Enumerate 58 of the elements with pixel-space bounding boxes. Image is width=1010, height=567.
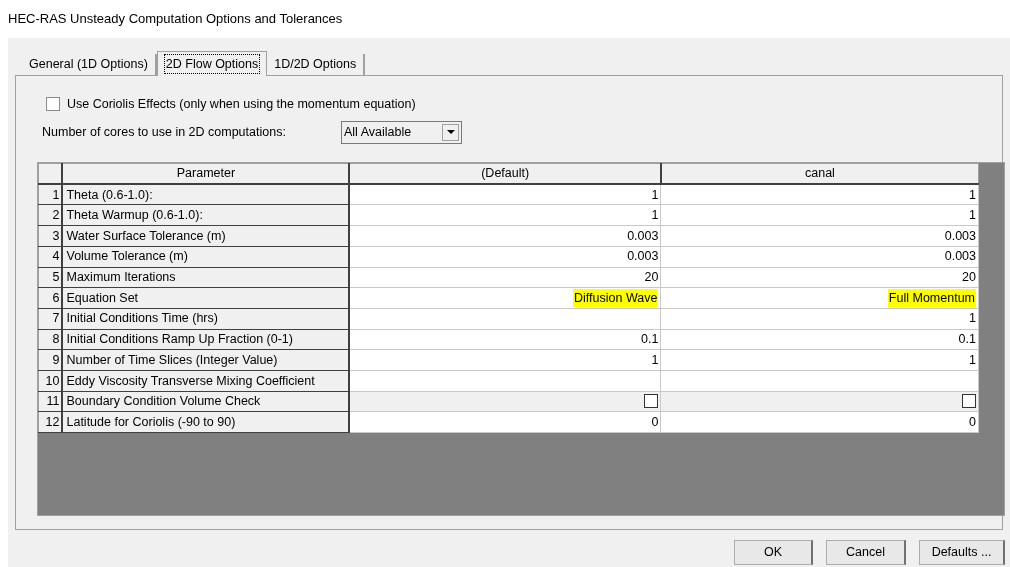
parameter-cell: Number of Time Slices (Integer Value): [62, 349, 350, 371]
value-cell: 1: [969, 187, 976, 202]
value-cell: 1: [651, 352, 659, 367]
value-cell: 1: [969, 208, 976, 223]
dropdown-arrow-icon: [446, 130, 455, 135]
value-cell: 0.003: [627, 249, 659, 264]
value-cell: Diffusion Wave: [573, 288, 659, 307]
parameter-cell: Theta Warmup (0.6-1.0):: [62, 204, 350, 226]
row-number: 4: [38, 246, 63, 267]
parameter-cell: Boundary Condition Volume Check: [62, 391, 350, 412]
parameter-cell: Water Surface Tolerance (m): [62, 225, 350, 247]
column-header: Parameter: [62, 163, 350, 185]
row-number: 1: [38, 184, 63, 205]
value-cell: 1: [969, 352, 976, 367]
checkbox[interactable]: [962, 394, 976, 409]
row-number: 10: [38, 370, 63, 392]
parameter-cell: Eddy Viscosity Transverse Mixing Coefficient: [62, 370, 350, 392]
parameter-cell: Equation Set: [62, 287, 350, 309]
row-number: 7: [38, 308, 63, 330]
column-header: (Default): [349, 163, 661, 185]
checkbox-label: Use Coriolis Effects (only when using the momentum equation): [67, 96, 416, 113]
window-title: HEC-RAS Unsteady Computation Options and Tolerances: [8, 10, 343, 29]
value-cell: 20: [962, 270, 976, 285]
row-number: 2: [38, 204, 63, 226]
value-cell: Full Momentum: [887, 288, 976, 307]
parameter-cell: Maximum Iterations: [62, 267, 350, 288]
row-number: 5: [38, 267, 63, 288]
value-cell: 1: [969, 311, 976, 326]
row-number: 3: [38, 225, 63, 247]
dialog-button[interactable]: Defaults ...: [919, 540, 1005, 565]
row-number: 11: [38, 391, 63, 412]
value-cell: 1: [651, 187, 659, 202]
value-cell: 0.003: [944, 249, 976, 264]
cores-dropdown[interactable]: All Available: [341, 120, 462, 144]
row-number: 6: [38, 287, 63, 309]
value-cell: 0.003: [627, 228, 659, 243]
row-number: 9: [38, 349, 63, 371]
parameter-cell: Initial Conditions Ramp Up Fraction (0-1): [62, 329, 350, 350]
row-number: 8: [38, 329, 63, 350]
parameter-cell: Volume Tolerance (m): [62, 246, 350, 267]
parameter-cell: Theta (0.6-1.0):: [62, 184, 350, 205]
dialog-button[interactable]: OK: [734, 540, 813, 565]
value-cell: 0: [969, 414, 976, 429]
value-cell: 0.1: [958, 332, 976, 347]
checkbox[interactable]: [46, 97, 60, 112]
value-cell: 20: [644, 270, 659, 285]
checkbox[interactable]: [644, 394, 659, 409]
cores-label: Number of cores to use in 2D computations:: [42, 123, 287, 141]
value-cell: 0.1: [641, 332, 659, 347]
tab[interactable]: 2D Flow Options: [156, 51, 268, 76]
value-cell: 0.003: [944, 228, 976, 243]
value-cell: 0: [651, 414, 659, 429]
value-cell: 1: [651, 208, 659, 223]
row-number: 12: [38, 411, 63, 433]
column-header: canal: [660, 163, 979, 185]
dialog-button[interactable]: Cancel: [826, 540, 906, 565]
parameter-cell: Latitude for Coriolis (-90 to 90): [62, 411, 350, 433]
parameter-cell: Initial Conditions Time (hrs): [62, 308, 350, 330]
